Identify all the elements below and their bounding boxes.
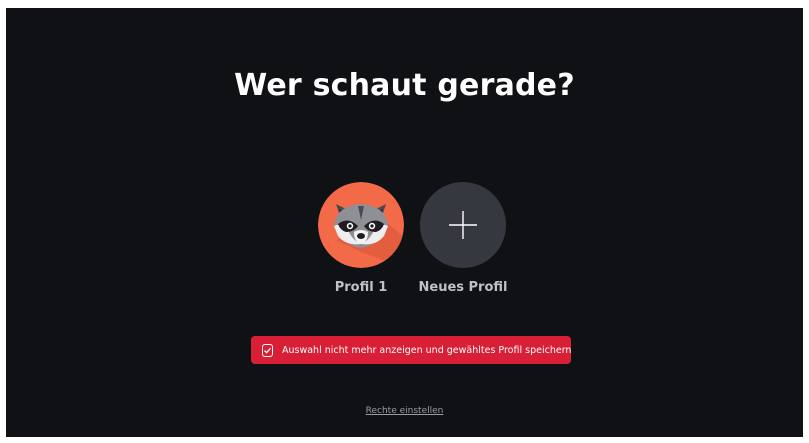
profile-selection-screen: Wer schaut gerade? Profil 1 Neues Profil… xyxy=(6,8,803,437)
remember-checkbox[interactable] xyxy=(262,343,273,357)
raccoon-icon xyxy=(318,182,404,268)
new-profile-tile[interactable]: Neues Profil xyxy=(413,182,513,295)
new-profile-label: Neues Profil xyxy=(418,280,508,295)
rights-settings-link[interactable]: Rechte einstellen xyxy=(6,406,803,416)
checkmark-icon xyxy=(264,347,271,354)
remember-choice-button[interactable]: Auswahl nicht mehr anzeigen und gewählte… xyxy=(251,336,571,364)
profile-avatar[interactable] xyxy=(318,182,404,268)
page-title: Wer schaut gerade? xyxy=(234,68,575,103)
plus-icon xyxy=(449,211,477,239)
add-profile-button[interactable] xyxy=(420,182,506,268)
remember-choice-label: Auswahl nicht mehr anzeigen und gewählte… xyxy=(282,344,572,356)
profile-label: Profil 1 xyxy=(334,280,388,295)
profile-1-tile[interactable]: Profil 1 xyxy=(311,182,411,295)
